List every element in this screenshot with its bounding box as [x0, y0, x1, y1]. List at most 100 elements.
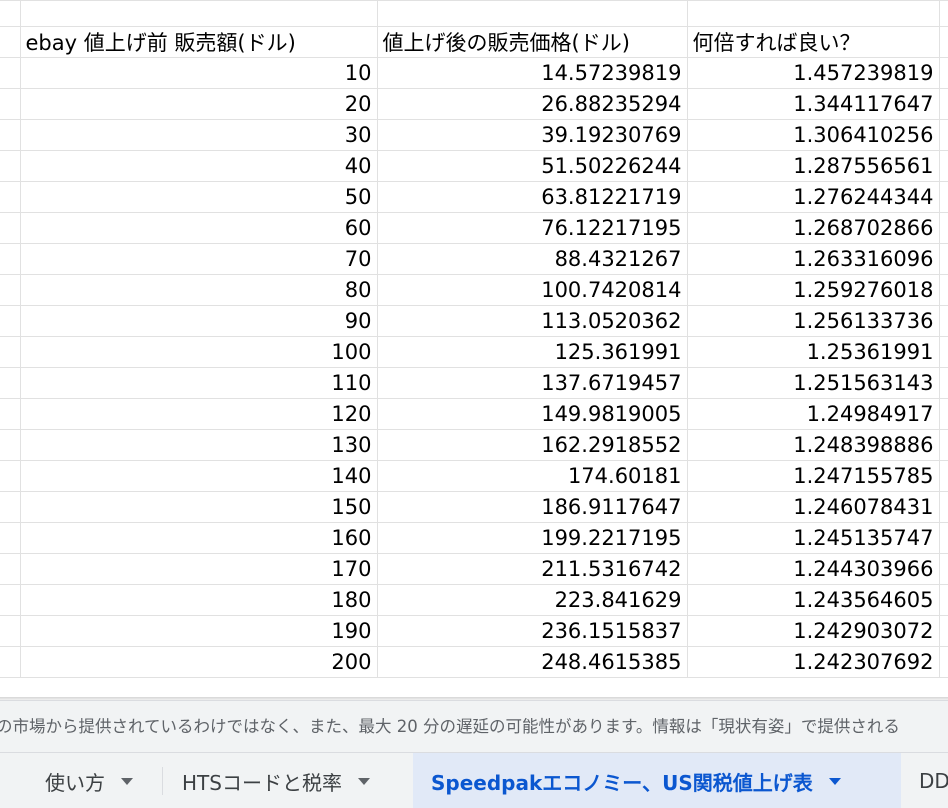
- cell[interactable]: 100.7420814: [376, 274, 688, 306]
- cell[interactable]: 10: [19, 57, 378, 89]
- cell[interactable]: [938, 305, 948, 337]
- chevron-down-icon[interactable]: [357, 777, 370, 785]
- cell[interactable]: 1.287556561: [686, 150, 940, 182]
- cell[interactable]: 1.276244344: [686, 181, 940, 213]
- cell[interactable]: [938, 181, 948, 213]
- cell[interactable]: [938, 615, 948, 647]
- cell[interactable]: 160: [19, 522, 378, 554]
- cell[interactable]: 1.457239819: [686, 57, 940, 89]
- header-cell-multiplier[interactable]: 何倍すれば良い？: [686, 26, 940, 58]
- cell[interactable]: 162.2918552: [376, 429, 688, 461]
- cell[interactable]: [938, 429, 948, 461]
- cell[interactable]: 110: [19, 367, 378, 399]
- cell[interactable]: 26.88235294: [376, 88, 688, 120]
- cell[interactable]: [938, 26, 948, 58]
- cell[interactable]: [938, 553, 948, 585]
- cell[interactable]: [376, 0, 688, 27]
- table-row: 60 76.12217195 1.268702866: [0, 212, 948, 244]
- cell[interactable]: [938, 119, 948, 151]
- cell[interactable]: 1.256133736: [686, 305, 940, 337]
- cell[interactable]: 130: [19, 429, 378, 461]
- cell[interactable]: 1.242307692: [686, 646, 940, 678]
- cell[interactable]: 1.24984917: [686, 398, 940, 430]
- cell[interactable]: 63.81221719: [376, 181, 688, 213]
- cell[interactable]: 88.4321267: [376, 243, 688, 275]
- chevron-down-icon[interactable]: [828, 777, 841, 785]
- cell[interactable]: 1.25361991: [686, 336, 940, 368]
- cell[interactable]: 125.361991: [376, 336, 688, 368]
- cell[interactable]: 1.242903072: [686, 615, 940, 647]
- cell[interactable]: [19, 0, 378, 27]
- cell[interactable]: [938, 460, 948, 492]
- cell[interactable]: 1.245135747: [686, 522, 940, 554]
- spreadsheet-grid[interactable]: ebay 値上げ前 販売額(ドル) 値上げ後の販売価格(ドル) 何倍すれば良い？…: [0, 0, 948, 700]
- cell[interactable]: [938, 646, 948, 678]
- cell[interactable]: [938, 274, 948, 306]
- tab-hts-codes[interactable]: HTSコードと税率: [163, 753, 413, 808]
- cell[interactable]: 20: [19, 88, 378, 120]
- cell[interactable]: 51.50226244: [376, 150, 688, 182]
- cell[interactable]: [938, 57, 948, 89]
- tab-dd[interactable]: DD: [901, 753, 948, 808]
- cell[interactable]: 1.248398886: [686, 429, 940, 461]
- cell[interactable]: 30: [19, 119, 378, 151]
- cell[interactable]: 137.6719457: [376, 367, 688, 399]
- row-gutter-cell: [0, 305, 21, 337]
- cell[interactable]: 150: [19, 491, 378, 523]
- cell[interactable]: 76.12217195: [376, 212, 688, 244]
- cell[interactable]: [938, 150, 948, 182]
- cell[interactable]: 140: [19, 460, 378, 492]
- cell[interactable]: 190: [19, 615, 378, 647]
- tab-speedpak-tariff[interactable]: Speedpakエコノミー、US関税値上げ表: [413, 753, 901, 808]
- cell[interactable]: 1.263316096: [686, 243, 940, 275]
- cell[interactable]: [938, 336, 948, 368]
- cell[interactable]: 1.306410256: [686, 119, 940, 151]
- cell[interactable]: 60: [19, 212, 378, 244]
- cell[interactable]: 170: [19, 553, 378, 585]
- cell[interactable]: 199.2217195: [376, 522, 688, 554]
- cell[interactable]: 90: [19, 305, 378, 337]
- cell[interactable]: [938, 88, 948, 120]
- cell[interactable]: 186.9117647: [376, 491, 688, 523]
- cell[interactable]: 236.1515837: [376, 615, 688, 647]
- cell[interactable]: 223.841629: [376, 584, 688, 616]
- cell[interactable]: 100: [19, 336, 378, 368]
- cell[interactable]: [938, 398, 948, 430]
- cell[interactable]: 40: [19, 150, 378, 182]
- cell[interactable]: [938, 584, 948, 616]
- cell[interactable]: 1.344117647: [686, 88, 940, 120]
- cell[interactable]: 1.251563143: [686, 367, 940, 399]
- header-cell-after-price[interactable]: 値上げ後の販売価格(ドル): [376, 26, 688, 58]
- cell[interactable]: 1.243564605: [686, 584, 940, 616]
- cell[interactable]: [938, 212, 948, 244]
- chevron-down-icon[interactable]: [121, 777, 133, 785]
- cell[interactable]: 14.57239819: [376, 57, 688, 89]
- cell[interactable]: 39.19230769: [376, 119, 688, 151]
- tab-usage[interactable]: 使い方: [0, 753, 162, 808]
- data-disclaimer-bar: の市場から提供されているわけではなく、また、最大 20 分の遅延の可能性がありま…: [0, 700, 948, 752]
- cell[interactable]: 211.5316742: [376, 553, 688, 585]
- cell[interactable]: 1.268702866: [686, 212, 940, 244]
- cell[interactable]: 50: [19, 181, 378, 213]
- cell[interactable]: 1.246078431: [686, 491, 940, 523]
- cell[interactable]: 120: [19, 398, 378, 430]
- cell[interactable]: 248.4615385: [376, 646, 688, 678]
- cell[interactable]: 1.259276018: [686, 274, 940, 306]
- cell[interactable]: [938, 0, 948, 27]
- cell[interactable]: 149.9819005: [376, 398, 688, 430]
- cell[interactable]: 1.244303966: [686, 553, 940, 585]
- cell[interactable]: [686, 0, 940, 27]
- header-cell-before-price[interactable]: ebay 値上げ前 販売額(ドル): [19, 26, 378, 58]
- cell[interactable]: 1.247155785: [686, 460, 940, 492]
- cell[interactable]: 113.0520362: [376, 305, 688, 337]
- cell[interactable]: [938, 522, 948, 554]
- cell[interactable]: [938, 367, 948, 399]
- cell[interactable]: 180: [19, 584, 378, 616]
- cell[interactable]: 174.60181: [376, 460, 688, 492]
- cell[interactable]: [938, 243, 948, 275]
- cell[interactable]: 70: [19, 243, 378, 275]
- cell[interactable]: [938, 491, 948, 523]
- cell[interactable]: 200: [19, 646, 378, 678]
- cell[interactable]: 80: [19, 274, 378, 306]
- row-gutter-cell: [0, 243, 21, 275]
